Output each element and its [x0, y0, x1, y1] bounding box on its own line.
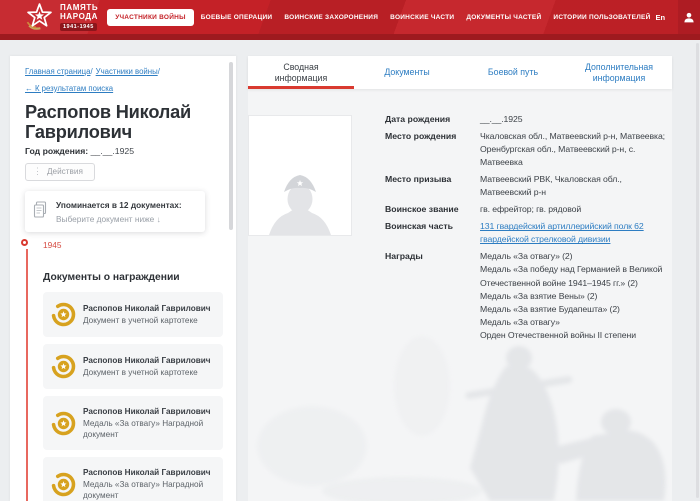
soldier-silhouette-icon	[267, 159, 333, 235]
timeline-year: 1945	[43, 240, 61, 250]
info-value: __.__.1925	[480, 113, 675, 126]
documents-icon	[33, 201, 48, 218]
info-row: Дата рождения __.__.1925	[385, 113, 675, 126]
document-title: Распопов Николай Гаврилович	[83, 355, 211, 366]
nav-item[interactable]: БОЕВЫЕ ОПЕРАЦИИ	[196, 10, 278, 25]
user-menu-button[interactable]	[678, 0, 700, 34]
breadcrumb-link[interactable]: Главная страница	[25, 67, 90, 76]
tab-label: Документы	[384, 67, 429, 78]
user-icon	[683, 11, 695, 24]
page-body: Главная страница/Участники войны/ ← К ре…	[0, 40, 700, 501]
timeline-dot	[21, 239, 28, 246]
actions-button-label: Действия	[47, 167, 83, 176]
document-card[interactable]: Распопов Николай Гаврилович Документ в у…	[43, 292, 223, 337]
document-subtitle: Медаль «За отвагу» Наградной документ	[83, 479, 217, 501]
main-nav: УЧАСТНИКИ ВОЙНЫБОЕВЫЕ ОПЕРАЦИИВОИНСКИЕ З…	[107, 9, 655, 26]
nav-item[interactable]: ИСТОРИИ ПОЛЬЗОВАТЕЛЕЙ	[548, 10, 655, 25]
header: ПАМЯТЬ НАРОДА 1941-1945 УЧАСТНИКИ ВОЙНЫБ…	[0, 0, 700, 40]
person-name: Распопов Николай Гаврилович	[25, 102, 224, 143]
nav-item[interactable]: ДОКУМЕНТЫ ЧАСТЕЙ	[461, 10, 546, 25]
document-title: Распопов Николай Гаврилович	[83, 467, 217, 478]
logo-years-badge: 1941-1945	[60, 23, 97, 31]
site-logo[interactable]: ПАМЯТЬ НАРОДА 1941-1945	[24, 2, 98, 32]
info-value: Матвеевский РВК, Чкаловская обл., Матвее…	[480, 173, 675, 199]
faded-soldiers-background-image	[248, 326, 672, 501]
logo-text: ПАМЯТЬ НАРОДА 1941-1945	[60, 3, 98, 32]
tab[interactable]: Дополнительная информация	[566, 56, 672, 89]
medal-icon	[51, 354, 76, 379]
info-label: Воинская часть	[385, 220, 480, 246]
medal-icon	[51, 411, 76, 436]
actions-button[interactable]: ⋮ Действия	[25, 163, 95, 181]
tab-label: Дополнительная информация	[574, 62, 664, 84]
document-title: Распопов Николай Гаврилович	[83, 406, 217, 417]
birth-year: Год рождения: __.__.1925	[25, 146, 224, 156]
awards-section-title: Документы о награждении	[43, 272, 224, 283]
sidebar: Главная страница/Участники войны/ ← К ре…	[10, 56, 236, 501]
document-title: Распопов Николай Гаврилович	[83, 303, 211, 314]
document-list: Распопов Николай Гаврилович Документ в у…	[43, 292, 223, 501]
mentions-subtitle: Выберите документ ниже ↓	[56, 214, 182, 224]
nav-item[interactable]: ВОИНСКИЕ ЗАХОРОНЕНИЯ	[279, 10, 383, 25]
tab-bar: Сводная информация Документы Боевой путь До…	[248, 56, 672, 89]
medal-icon	[51, 302, 76, 327]
info-row: Воинская часть 131 гвардейский артиллери…	[385, 220, 675, 246]
info-label: Воинское звание	[385, 203, 480, 216]
info-value: Медаль «За отвагу» (2) Медаль «За победу…	[480, 250, 675, 341]
info-label: Место рождения	[385, 130, 480, 169]
page: ПАМЯТЬ НАРОДА 1941-1945 УЧАСТНИКИ ВОЙНЫБ…	[0, 0, 700, 501]
info-row: Место рождения Чкаловская обл., Матвеевс…	[385, 130, 675, 169]
kebab-menu-icon: ⋮	[33, 167, 42, 176]
breadcrumb: Главная страница/Участники войны/	[25, 66, 224, 78]
tab[interactable]: Документы	[354, 56, 460, 89]
mentions-card: Упоминается в 12 документах: Выберите до…	[25, 191, 205, 232]
document-subtitle: Документ в учетной картотеке	[83, 315, 211, 326]
birth-year-label: Год рождения:	[25, 146, 88, 156]
info-row: Награды Медаль «За отвагу» (2) Медаль «З…	[385, 250, 675, 341]
tab[interactable]: Боевой путь	[460, 56, 566, 89]
info-row: Воинское звание гв. ефрейтор; гв. рядово…	[385, 203, 675, 216]
breadcrumb-separator: /	[90, 67, 92, 76]
document-card[interactable]: Распопов Николай Гаврилович Документ в у…	[43, 344, 223, 389]
tab-label: Сводная информация	[256, 62, 346, 84]
nav-item[interactable]: ВОИНСКИЕ ЧАСТИ	[385, 10, 459, 25]
birth-year-value: __.__.1925	[91, 146, 134, 156]
document-card[interactable]: Распопов Николай Гаврилович Медаль «За о…	[43, 396, 223, 450]
mentions-title: Упоминается в 12 документах:	[56, 200, 182, 211]
info-label: Дата рождения	[385, 113, 480, 126]
medal-icon	[51, 472, 76, 497]
summary-info-table: Дата рождения __.__.1925 Место рождения …	[385, 113, 675, 346]
info-value: Чкаловская обл., Матвеевский р-н, Матвее…	[480, 130, 675, 169]
info-value: гв. ефрейтор; гв. рядовой	[480, 203, 675, 216]
military-unit-link[interactable]: 131 гвардейский артиллерийский полк 62 г…	[480, 220, 675, 246]
info-row: Место призыва Матвеевский РВК, Чкаловска…	[385, 173, 675, 199]
info-label: Награды	[385, 250, 480, 341]
back-to-results-link[interactable]: ← К результатам поиска	[25, 84, 113, 93]
info-label: Место призыва	[385, 173, 480, 199]
breadcrumb-link[interactable]: Участники войны	[96, 67, 158, 76]
sidebar-scrollbar[interactable]	[229, 62, 233, 230]
page-scrollbar[interactable]	[696, 43, 699, 498]
timeline-line	[26, 249, 28, 501]
tab[interactable]: Сводная информация	[248, 56, 354, 89]
photo-placeholder	[248, 115, 352, 236]
tab-label: Боевой путь	[488, 67, 538, 78]
document-subtitle: Медаль «За отвагу» Наградной документ	[83, 418, 217, 440]
document-subtitle: Документ в учетной картотеке	[83, 367, 211, 378]
document-card[interactable]: Распопов Николай Гаврилович Медаль «За о…	[43, 457, 223, 501]
language-toggle[interactable]: En	[656, 13, 666, 22]
breadcrumb-separator: /	[158, 67, 160, 76]
nav-item[interactable]: УЧАСТНИКИ ВОЙНЫ	[107, 9, 194, 26]
star-logo-icon	[24, 2, 55, 32]
